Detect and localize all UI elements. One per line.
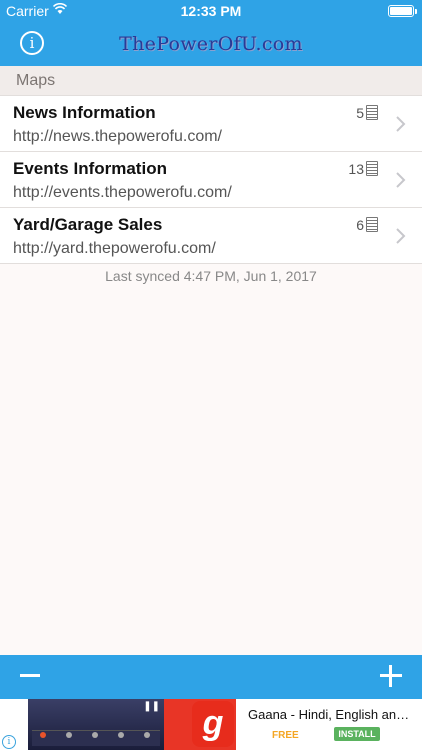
- item-url: http://events.thepowerofu.com/: [13, 184, 232, 201]
- bottom-toolbar: [0, 655, 422, 699]
- item-url: http://news.thepowerofu.com/: [13, 128, 222, 145]
- ad-banner[interactable]: ❚❚ g Gaana - Hindi, English and ... FREE…: [0, 699, 422, 750]
- section-header: Maps: [0, 66, 422, 96]
- chevron-right-icon: [396, 116, 406, 132]
- app-logo-icon: g: [192, 701, 234, 747]
- section-header-label: Maps: [16, 72, 56, 89]
- item-count: 13: [348, 161, 364, 177]
- ad-screenshot-image: ❚❚: [28, 699, 164, 750]
- battery-icon: [388, 5, 417, 17]
- list-item[interactable]: Yard/Garage Sales http://yard.thepowerof…: [0, 208, 422, 264]
- last-synced-text: Last synced 4:47 PM, Jun 1, 2017: [105, 268, 317, 284]
- item-count: 6: [356, 217, 364, 233]
- plus-icon[interactable]: [380, 665, 402, 687]
- item-url: http://yard.thepowerofu.com/: [13, 240, 216, 257]
- list-item[interactable]: Events Information http://events.thepowe…: [0, 152, 422, 208]
- ad-app-title: Gaana - Hindi, English and ...: [248, 707, 414, 722]
- pause-icon: ❚❚: [143, 701, 160, 712]
- maps-list: News Information http://news.thepowerofu…: [0, 96, 422, 264]
- clock: 12:33 PM: [180, 3, 242, 19]
- ad-price-label: FREE: [272, 730, 299, 741]
- chevron-right-icon: [396, 172, 406, 188]
- item-title: Events Information: [13, 159, 167, 178]
- item-title: News Information: [13, 103, 156, 122]
- status-bar: Carrier 12:33 PM: [0, 0, 422, 22]
- item-title: Yard/Garage Sales: [13, 215, 163, 234]
- nav-bar: i ThePowerOfU.com: [0, 22, 422, 66]
- document-icon: [366, 105, 378, 120]
- adchoices-icon[interactable]: i: [2, 735, 16, 749]
- install-button[interactable]: INSTALL: [334, 727, 380, 741]
- item-count: 5: [356, 105, 364, 121]
- minus-icon[interactable]: [20, 665, 42, 687]
- chevron-right-icon: [396, 228, 406, 244]
- list-item[interactable]: News Information http://news.thepowerofu…: [0, 96, 422, 152]
- document-icon: [366, 161, 378, 176]
- app-logo: ThePowerOfU.com: [119, 33, 303, 55]
- document-icon: [366, 217, 378, 232]
